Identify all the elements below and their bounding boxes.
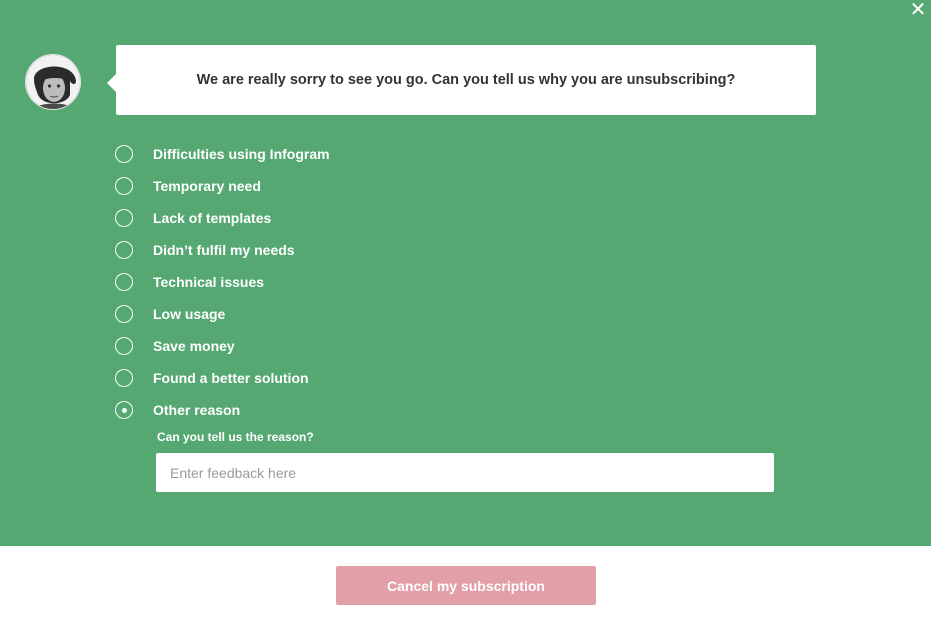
reason-label: Didn’t fulfil my needs (153, 242, 295, 258)
radio-button[interactable] (115, 305, 133, 323)
reason-list: Difficulties using Infogram Temporary ne… (115, 138, 330, 426)
avatar (25, 54, 81, 110)
reason-option-needs[interactable]: Didn’t fulfil my needs (115, 234, 330, 266)
radio-button[interactable] (115, 145, 133, 163)
reason-option-low-usage[interactable]: Low usage (115, 298, 330, 330)
reason-option-technical[interactable]: Technical issues (115, 266, 330, 298)
user-avatar-icon (26, 55, 80, 109)
radio-button[interactable] (115, 241, 133, 259)
reason-label: Found a better solution (153, 370, 309, 386)
reason-option-other[interactable]: Other reason (115, 394, 330, 426)
question-text: We are really sorry to see you go. Can y… (196, 72, 736, 88)
speech-bubble: We are really sorry to see you go. Can y… (107, 45, 816, 115)
reason-option-difficulties[interactable]: Difficulties using Infogram (115, 138, 330, 170)
close-icon[interactable]: ✕ (907, 0, 929, 22)
radio-button[interactable] (115, 337, 133, 355)
reason-label: Lack of templates (153, 210, 272, 226)
cancel-subscription-button[interactable]: Cancel my subscription (336, 566, 596, 605)
reason-label: Other reason (153, 402, 241, 418)
reason-option-templates[interactable]: Lack of templates (115, 202, 330, 234)
radio-button[interactable] (115, 369, 133, 387)
radio-button[interactable] (115, 209, 133, 227)
feedback-label: Can you tell us the reason? (157, 430, 314, 444)
reason-label: Difficulties using Infogram (153, 146, 330, 162)
reason-label: Save money (153, 338, 235, 354)
feedback-input[interactable] (156, 453, 774, 492)
reason-label: Temporary need (153, 178, 261, 194)
unsubscribe-panel: ✕ We are really sorry to see you go. Can… (0, 0, 931, 546)
radio-button[interactable] (115, 177, 133, 195)
reason-option-save-money[interactable]: Save money (115, 330, 330, 362)
radio-button[interactable] (115, 273, 133, 291)
reason-option-temporary[interactable]: Temporary need (115, 170, 330, 202)
reason-label: Technical issues (153, 274, 265, 290)
radio-button-selected[interactable] (115, 401, 133, 419)
reason-label: Low usage (153, 306, 226, 322)
reason-option-better-solution[interactable]: Found a better solution (115, 362, 330, 394)
